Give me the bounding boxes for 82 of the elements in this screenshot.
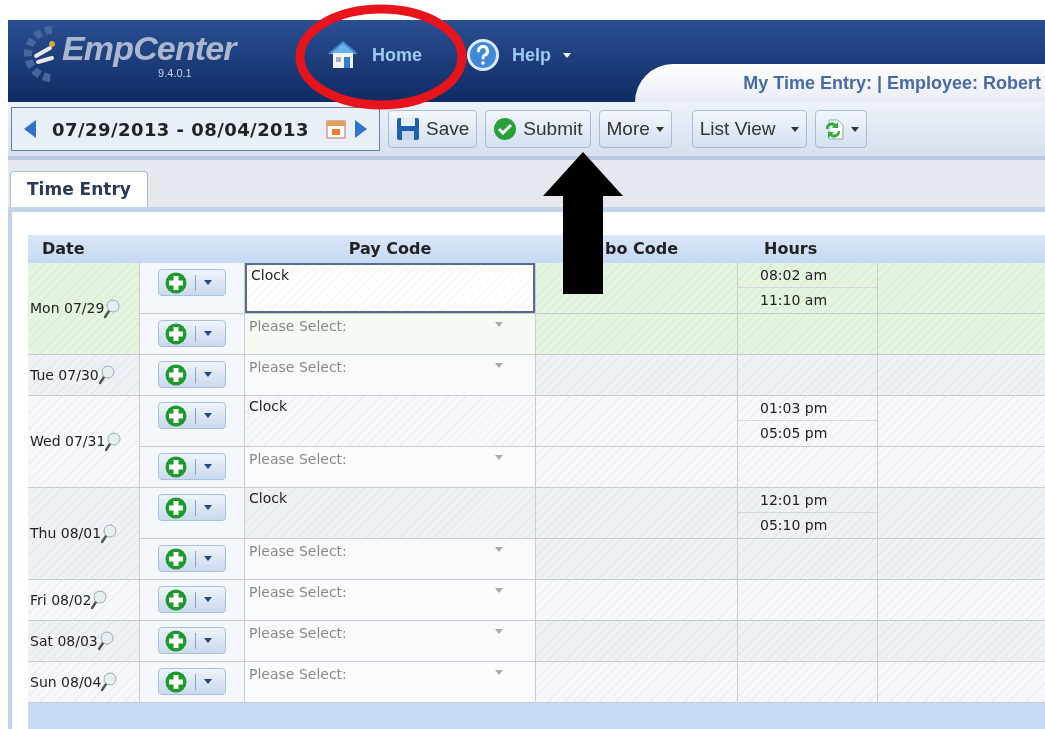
time-cell[interactable]: 12:01 pm	[738, 488, 877, 513]
caret-icon	[204, 638, 212, 643]
time-cell[interactable]: 01:03 pm	[738, 396, 877, 421]
caret-icon	[495, 547, 503, 552]
magnifier-icon[interactable]	[91, 590, 108, 610]
time-cell[interactable]: 08:02 am	[738, 263, 877, 288]
add-entry-button[interactable]	[158, 361, 226, 388]
date-cell: Fri 08/02	[28, 580, 140, 620]
add-entry-button[interactable]	[158, 545, 226, 572]
pay-code-cell[interactable]: Clock	[245, 396, 535, 446]
time-cell[interactable]: 11:10 am	[738, 288, 877, 313]
caret-icon	[204, 597, 212, 602]
magnifier-icon[interactable]	[104, 298, 121, 319]
caret-icon	[851, 126, 860, 132]
caret-icon	[204, 413, 212, 418]
calendar-icon[interactable]	[325, 118, 348, 140]
magnifier-icon[interactable]	[101, 523, 118, 544]
caret-icon	[204, 679, 212, 684]
caret-icon	[204, 331, 212, 336]
add-entry-button[interactable]	[158, 627, 226, 654]
add-entry-button[interactable]	[158, 494, 226, 521]
plus-icon	[165, 455, 187, 478]
date-cell: Sun 08/04	[28, 662, 140, 702]
caret-icon	[655, 126, 664, 132]
add-entry-button[interactable]	[158, 668, 226, 695]
caret-icon	[204, 556, 212, 561]
plus-icon	[165, 322, 187, 345]
toolbar-button[interactable]: Submit	[485, 110, 591, 148]
plus-icon	[165, 670, 187, 693]
help-icon	[466, 38, 500, 72]
previous-icon[interactable]	[24, 120, 36, 138]
add-entry-button[interactable]	[158, 269, 226, 296]
toolbar-button[interactable]: More	[598, 110, 672, 148]
add-entry-button[interactable]	[158, 586, 226, 613]
pay-code-cell[interactable]: Clock	[245, 488, 535, 538]
nav-link[interactable]: Home	[326, 40, 422, 70]
caret-icon	[495, 322, 503, 327]
magnifier-icon[interactable]	[105, 431, 122, 452]
magnifier-icon[interactable]	[98, 365, 115, 385]
magnifier-icon[interactable]	[101, 672, 118, 692]
caret-icon	[563, 52, 572, 58]
add-entry-button[interactable]	[158, 402, 226, 429]
magnifier-icon[interactable]	[97, 631, 114, 651]
date-cell: Mon 07/29	[28, 263, 140, 354]
table-header: Date Pay Code bo Code Hours	[28, 235, 1045, 263]
next-icon[interactable]	[355, 120, 368, 138]
plus-icon	[165, 547, 187, 570]
caret-icon	[495, 588, 503, 593]
caret-icon	[495, 629, 503, 634]
caret-icon	[204, 464, 212, 469]
plus-icon	[165, 404, 187, 427]
plus-icon	[165, 363, 187, 386]
checkmark-icon	[493, 117, 518, 141]
date-cell: Wed 07/31	[28, 396, 140, 487]
date-range: 07/29/2013 - 08/04/2013	[51, 117, 311, 142]
pay-code-cell[interactable]: Clock	[245, 263, 535, 313]
date-cell: Sat 08/03	[28, 621, 140, 661]
caret-icon	[495, 670, 503, 675]
plus-icon	[165, 496, 187, 519]
refresh-menu-button[interactable]	[815, 110, 868, 148]
caret-icon	[495, 363, 503, 368]
nav-link[interactable]: Help	[466, 38, 572, 72]
time-cell[interactable]: 05:10 pm	[738, 513, 877, 538]
plus-icon	[165, 271, 187, 294]
plus-icon	[165, 629, 187, 652]
caret-icon	[204, 505, 212, 510]
caret-icon	[204, 280, 212, 285]
date-cell: Thu 08/01	[28, 488, 140, 579]
plus-icon	[165, 588, 187, 611]
tab[interactable]: Time Entry	[10, 171, 148, 207]
date-cell: Tue 07/30	[28, 355, 140, 395]
refresh-document-icon	[823, 117, 846, 141]
caret-icon	[204, 372, 212, 377]
add-entry-button[interactable]	[158, 453, 226, 480]
version-label: 9.4.0.1	[158, 67, 192, 79]
caret-icon	[791, 126, 800, 132]
caret-icon	[495, 455, 503, 460]
house-icon	[326, 40, 360, 70]
add-entry-button[interactable]	[158, 320, 226, 347]
time-cell[interactable]: 05:05 pm	[738, 421, 877, 446]
toolbar-button[interactable]: List View	[691, 110, 808, 148]
toolbar-button[interactable]: Save	[388, 110, 478, 148]
